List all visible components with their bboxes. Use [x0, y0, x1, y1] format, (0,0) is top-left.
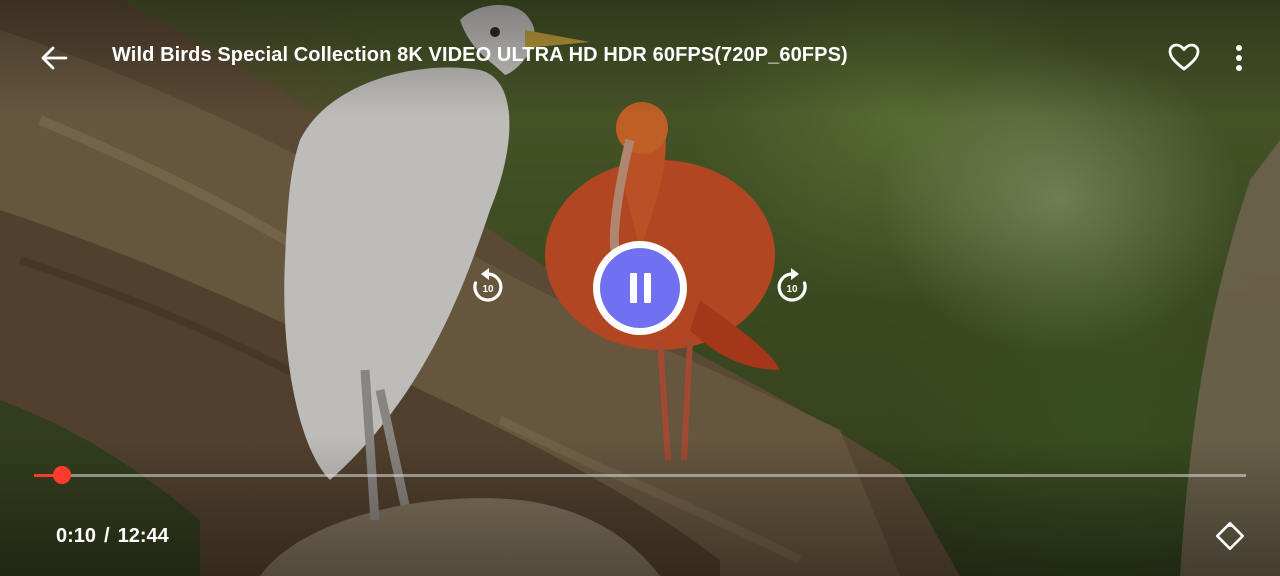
bottom-gradient: [0, 436, 1280, 576]
heart-outline-icon: [1168, 43, 1200, 71]
time-separator: /: [104, 525, 110, 547]
more-options-button[interactable]: [1223, 38, 1255, 78]
seek-bar-lead: [34, 474, 46, 477]
pause-icon: [600, 248, 680, 328]
screen-rotation-icon: [1215, 521, 1245, 551]
forward-10-button[interactable]: 10: [768, 262, 816, 310]
back-button[interactable]: [32, 36, 76, 80]
rotate-screen-button[interactable]: [1206, 512, 1254, 560]
time-display: 0:10 / 12:44: [56, 525, 169, 548]
seek-thumb[interactable]: [53, 466, 72, 484]
favorite-button[interactable]: [1161, 35, 1207, 79]
video-title: Wild Birds Special Collection 8K VIDEO U…: [112, 44, 848, 66]
current-time: 0:10: [56, 525, 97, 547]
seek-bar[interactable]: [34, 466, 1246, 484]
rewind-seconds-label: 10: [482, 284, 494, 295]
duration: 12:44: [117, 525, 169, 547]
rewind-10-button[interactable]: 10: [464, 262, 512, 310]
more-vert-icon: [1236, 45, 1242, 71]
pause-button[interactable]: [593, 241, 687, 335]
video-player[interactable]: Wild Birds Special Collection 8K VIDEO U…: [0, 0, 1280, 576]
forward-seconds-label: 10: [786, 284, 798, 295]
arrow-back-icon: [41, 46, 68, 70]
